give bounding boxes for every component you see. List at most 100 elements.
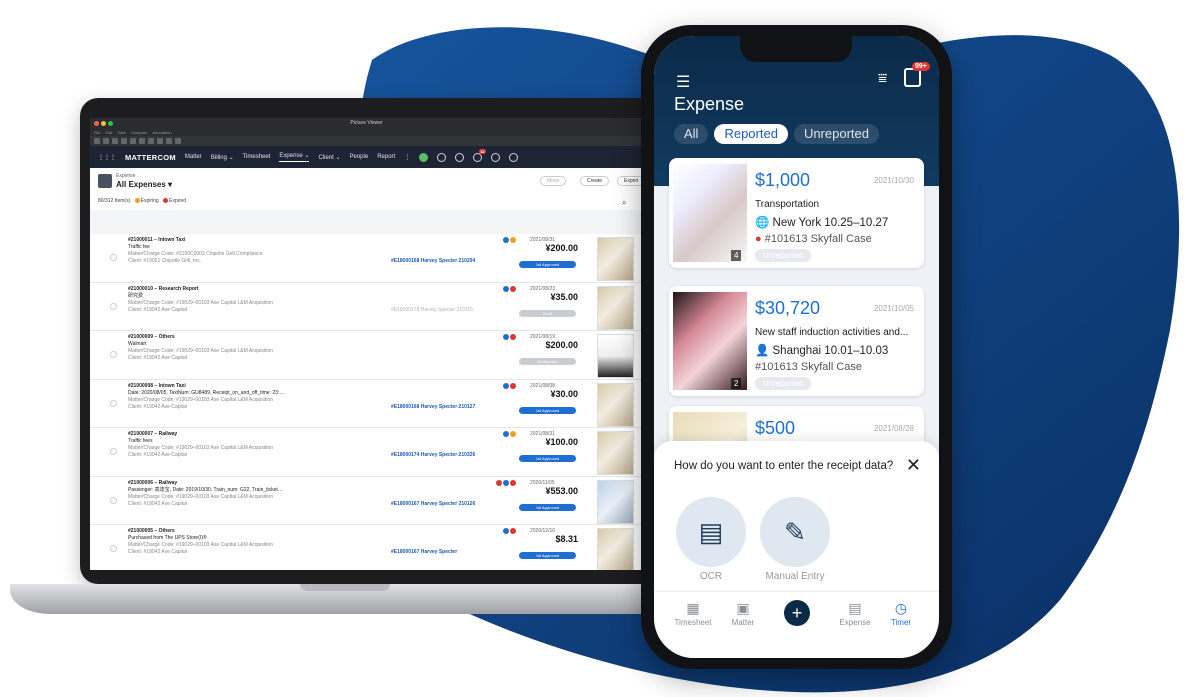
check-icon — [503, 382, 509, 389]
nav-client[interactable]: Client ⌄ — [318, 154, 340, 161]
expense-card[interactable]: 4 $1,000 2021/10/30 Transportation 🌐 New… — [669, 158, 924, 268]
menu-edit[interactable]: Edit — [105, 130, 112, 135]
tool-icon[interactable] — [103, 138, 109, 144]
row-checkbox[interactable] — [110, 254, 117, 261]
tool-icon[interactable] — [148, 138, 154, 144]
menu-annotation[interactable]: Annotation — [152, 130, 171, 135]
nav-more[interactable]: ⋮ — [404, 154, 410, 161]
card-case: ● #101613 Skyfall Case — [755, 233, 872, 245]
receipt-icon: ▤ — [848, 600, 862, 616]
row-checkbox[interactable] — [110, 448, 117, 455]
receipt-thumbnail[interactable] — [597, 382, 634, 427]
manual-entry-option-icon[interactable]: ✎ — [760, 497, 830, 567]
nav-timesheet[interactable]: Timesheet — [243, 154, 271, 160]
tab-all[interactable]: All — [674, 124, 709, 144]
expense-row[interactable]: #21000008 – Intown Taxi Date: 2020/08/05… — [90, 379, 658, 428]
nav-expense[interactable]: Expense ⌄ — [279, 152, 310, 162]
report-link[interactable]: #E18000178 Harvey Specter 210115 — [391, 307, 473, 314]
expense-vendor: Walmart — [128, 341, 147, 347]
nav-report[interactable]: Report — [377, 154, 395, 160]
expense-row[interactable]: #21000005 – Others Purchased from The UP… — [90, 525, 658, 570]
maximize-window-icon[interactable] — [108, 120, 113, 126]
receipt-thumbnail[interactable] — [597, 528, 634, 570]
expense-row[interactable]: #21000006 – Railway Passenger: 高達宝, Date… — [90, 476, 658, 525]
tab-expense[interactable]: ▤ Expense — [830, 600, 880, 627]
expense-row[interactable]: #21000011 – Intown Taxi Traffic fee Matt… — [90, 234, 658, 283]
close-icon[interactable]: ✕ — [906, 455, 921, 476]
tab-matter[interactable]: ▣ Matter — [718, 600, 768, 627]
row-checkbox[interactable] — [110, 302, 117, 310]
menu-compare[interactable]: Compare — [131, 130, 147, 135]
status-icons — [503, 334, 516, 340]
tab-timer[interactable]: ◷ Timer — [876, 600, 926, 627]
tool-icon[interactable] — [121, 138, 127, 144]
case-label: #101613 Skyfall Case — [764, 233, 872, 245]
receipt-thumbnail[interactable] — [597, 479, 634, 524]
expense-title: #21000005 – Others — [128, 528, 175, 534]
row-checkbox[interactable] — [110, 545, 117, 552]
menu-view[interactable]: View — [117, 130, 126, 135]
sheet-question: How do you want to enter the receipt dat… — [674, 460, 894, 472]
timer-icon[interactable] — [437, 152, 447, 162]
expense-card[interactable]: 2 $30,720 2021/10/05 New staff induction… — [669, 286, 924, 396]
minimize-window-icon[interactable] — [101, 120, 106, 126]
receipt-thumbnail[interactable] — [597, 285, 634, 330]
ocr-option-icon[interactable]: ▤ — [676, 497, 746, 567]
menu-file[interactable]: File — [94, 130, 100, 135]
tool-icon[interactable] — [139, 138, 145, 144]
receipt-thumbnail[interactable] — [597, 431, 634, 475]
report-link[interactable]: #E18000167 Harvey Specter 210126 — [391, 501, 475, 508]
search-icon[interactable]: ⌕ — [622, 198, 626, 208]
tool-icon[interactable] — [94, 138, 100, 144]
tool-icon[interactable] — [157, 138, 163, 144]
notification-count: 12 — [479, 148, 486, 154]
receipt-image[interactable] — [673, 292, 747, 390]
nav-matter[interactable]: Matter — [185, 154, 202, 160]
tab-timesheet[interactable]: ▦ Timesheet — [668, 600, 718, 627]
expense-row[interactable]: #21000010 – Research Report 研究费 Matter/C… — [90, 282, 658, 331]
card-amount: $30,720 — [755, 298, 821, 318]
report-link[interactable]: #E18000168 Harvey Specter 210127 — [391, 404, 475, 411]
expense-vendor: Passenger: 高達宝, Date: 2019/10/30, Train_… — [128, 486, 283, 493]
status-icons — [496, 479, 516, 486]
status-badge: Unreported — [519, 358, 576, 365]
move-button[interactable]: Move — [540, 176, 567, 186]
status-icon[interactable] — [419, 152, 429, 162]
receipt-image[interactable] — [673, 164, 747, 262]
trip-label: Shanghai 10.01–10.03 — [772, 345, 889, 357]
folder-icon[interactable] — [455, 152, 465, 162]
check-icon — [503, 528, 509, 534]
report-link[interactable]: #E18000174 Harvey Specter 210326 — [391, 452, 475, 459]
nav-billing[interactable]: Billing ⌄ — [211, 154, 234, 161]
report-link[interactable]: #E18000168 Harvey Specter 210204 — [391, 258, 475, 265]
report-link[interactable]: #E18000167 Harvey Specter — [391, 549, 457, 556]
receipt-thumbnail[interactable] — [597, 334, 634, 378]
close-window-icon[interactable] — [94, 120, 99, 126]
tab-unreported[interactable]: Unreported — [793, 124, 879, 144]
help-icon[interactable] — [491, 152, 501, 162]
tool-icon[interactable] — [175, 138, 181, 144]
brand-logo[interactable]: MATTERCOM — [125, 153, 176, 162]
tool-icon[interactable] — [130, 138, 136, 144]
notification-icon[interactable]: 12 — [473, 148, 486, 162]
create-button[interactable]: Create — [580, 176, 610, 186]
expense-row[interactable]: #21000009 – Others Walmart Matter/Charge… — [90, 331, 658, 380]
row-checkbox[interactable] — [110, 399, 117, 407]
hamburger-menu-icon[interactable]: ☰ — [676, 72, 690, 92]
row-checkbox[interactable] — [110, 496, 117, 504]
tab-reported[interactable]: Reported — [714, 124, 788, 144]
manual-entry-option-label[interactable]: Manual Entry — [750, 571, 840, 582]
tool-icon[interactable] — [112, 138, 118, 144]
ocr-option-label[interactable]: OCR — [666, 571, 756, 582]
settings-icon[interactable] — [509, 152, 519, 162]
receipt-thumbnail[interactable] — [597, 237, 634, 281]
view-selector[interactable]: All Expenses ▾ — [116, 180, 172, 189]
apps-grid-icon[interactable]: ⋮⋮⋮ — [98, 154, 116, 161]
row-checkbox[interactable] — [110, 351, 117, 358]
filter-icon[interactable]: ⩸ — [878, 70, 887, 87]
nav-people[interactable]: People — [350, 154, 369, 160]
timer-icon: ◷ — [894, 600, 908, 616]
tool-icon[interactable] — [166, 138, 172, 144]
expense-row[interactable]: #21000007 – Railway Traffic fees Matter/… — [90, 428, 658, 477]
add-button[interactable]: + — [784, 600, 810, 626]
